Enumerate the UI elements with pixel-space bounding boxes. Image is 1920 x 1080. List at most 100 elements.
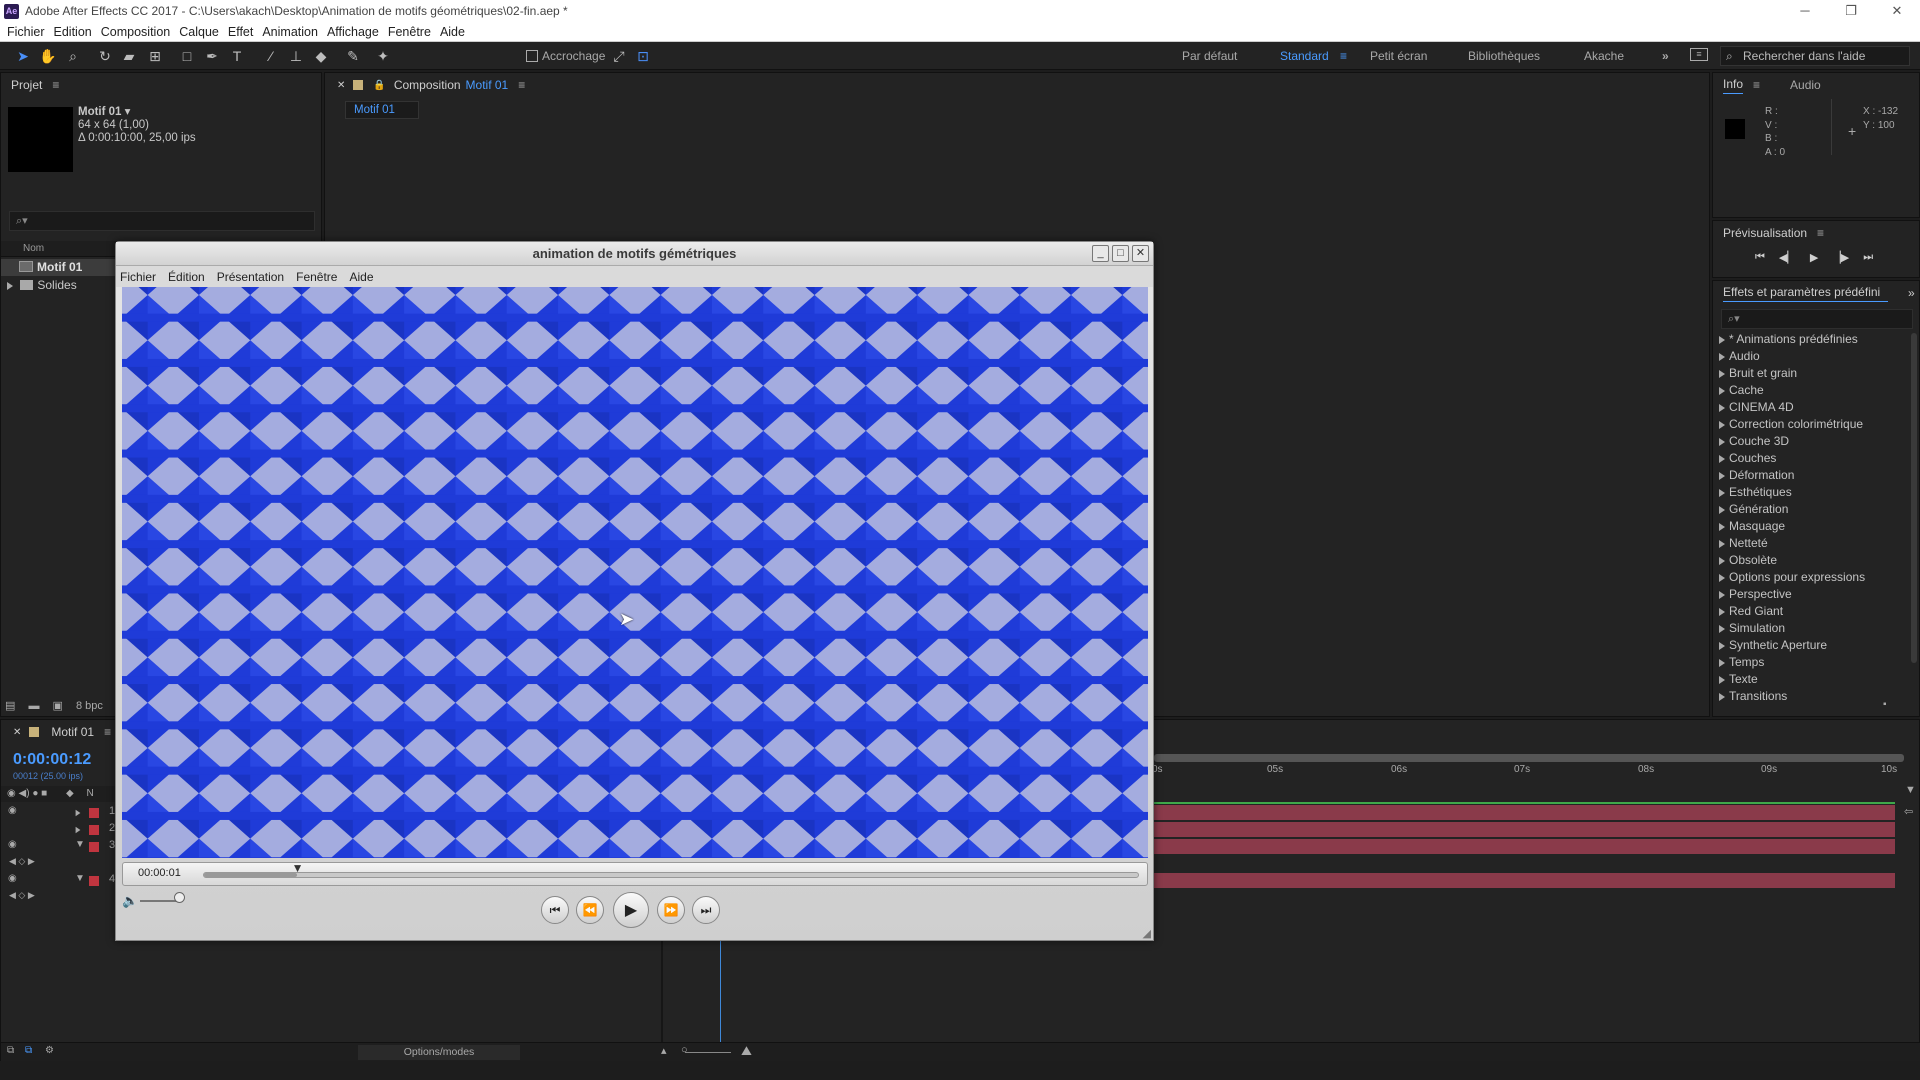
- playhead-icon[interactable]: ▼: [292, 861, 304, 875]
- layer-row[interactable]: ◉ ▼ 4: [1, 873, 116, 890]
- video-frame[interactable]: ➤: [122, 287, 1148, 858]
- workspace-overflow-icon[interactable]: »: [1662, 49, 1669, 63]
- composition-tab[interactable]: Motif 01: [345, 101, 419, 119]
- sync-settings-icon[interactable]: ≡: [1690, 48, 1708, 61]
- last-frame-icon[interactable]: ⏭: [1863, 251, 1873, 264]
- expand-arrow-icon[interactable]: [1719, 471, 1725, 480]
- effects-search-input[interactable]: ⌕▾: [1721, 309, 1913, 329]
- effect-category[interactable]: Temps: [1713, 654, 1909, 671]
- effect-category[interactable]: Audio: [1713, 348, 1909, 365]
- effect-category[interactable]: * Animations prédéfinies: [1713, 331, 1909, 348]
- player-menu-edition[interactable]: Édition: [168, 270, 205, 284]
- eye-icon[interactable]: ◉: [8, 805, 17, 816]
- menu-effet[interactable]: Effet: [228, 25, 253, 39]
- effect-category[interactable]: Simulation: [1713, 620, 1909, 637]
- expand-arrow-icon[interactable]: [1719, 335, 1725, 344]
- keyframe-navigator-icon[interactable]: ◀ ◇ ▶: [9, 856, 35, 867]
- expand-arrow-icon[interactable]: [1719, 675, 1725, 684]
- expand-arrow-icon[interactable]: [1719, 454, 1725, 463]
- player-menu-aide[interactable]: Aide: [349, 270, 373, 284]
- type-tool-icon[interactable]: T: [228, 47, 246, 65]
- effect-category[interactable]: Cache: [1713, 382, 1909, 399]
- play-icon[interactable]: ▶: [1810, 251, 1818, 264]
- zoom-tool-icon[interactable]: ⌕: [64, 47, 82, 65]
- zoom-handle-icon[interactable]: ○: [681, 1044, 688, 1056]
- expand-arrow-icon[interactable]: [1719, 403, 1725, 412]
- composition-name[interactable]: Motif 01: [466, 78, 509, 92]
- frame-blend-icon[interactable]: ⚙: [45, 1045, 54, 1056]
- panel-menu-icon[interactable]: ≡: [1753, 78, 1760, 92]
- panel-menu-icon[interactable]: ≡: [518, 78, 525, 92]
- menu-fenetre[interactable]: Fenêtre: [388, 25, 431, 39]
- effect-category[interactable]: Red Giant: [1713, 603, 1909, 620]
- label-color-icon[interactable]: [89, 825, 99, 835]
- expand-arrow-icon[interactable]: [75, 809, 81, 817]
- effect-category[interactable]: Options pour expressions: [1713, 569, 1909, 586]
- project-panel-title[interactable]: Projet: [11, 78, 42, 92]
- player-menu-fichier[interactable]: Fichier: [120, 270, 156, 284]
- clone-stamp-tool-icon[interactable]: ⊥: [287, 47, 305, 65]
- zoom-in-icon[interactable]: ⛰: [741, 1043, 752, 1059]
- expand-arrow-icon[interactable]: [1719, 522, 1725, 531]
- workspace-akache[interactable]: Akache: [1584, 49, 1624, 63]
- menu-calque[interactable]: Calque: [179, 25, 219, 39]
- layer-bar[interactable]: [1154, 873, 1895, 888]
- effect-category[interactable]: Couches: [1713, 450, 1909, 467]
- minimize-icon[interactable]: ─: [1782, 0, 1828, 22]
- render-toggle-icon[interactable]: ⧉: [7, 1045, 14, 1056]
- help-search-input[interactable]: ⌕ Rechercher dans l'aide: [1720, 46, 1910, 66]
- expand-arrow-icon[interactable]: [1719, 624, 1725, 633]
- new-preset-icon[interactable]: ▪: [1883, 699, 1887, 710]
- interpret-footage-icon[interactable]: ▤: [5, 700, 15, 712]
- project-item-name[interactable]: Motif 01 ▾: [78, 106, 196, 119]
- rotate-tool-icon[interactable]: ↻: [96, 47, 114, 65]
- current-time-display[interactable]: 0:00:00:12: [13, 751, 91, 769]
- camera-tool-icon[interactable]: ▰: [120, 47, 138, 65]
- snap-feature-icon[interactable]: ⊡: [634, 47, 652, 65]
- lock-icon[interactable]: ■: [41, 788, 47, 799]
- solo-icon[interactable]: ●: [32, 788, 38, 799]
- workspace-par-defaut[interactable]: Par défaut: [1182, 49, 1237, 63]
- expand-arrow-icon[interactable]: [1719, 556, 1725, 565]
- panel-menu-icon[interactable]: ≡: [52, 78, 59, 92]
- expand-arrow-icon[interactable]: [1719, 590, 1725, 599]
- player-menu-presentation[interactable]: Présentation: [217, 270, 284, 284]
- workspace-bibliotheques[interactable]: Bibliothèques: [1468, 49, 1540, 63]
- effect-category[interactable]: Synthetic Aperture: [1713, 637, 1909, 654]
- roto-brush-tool-icon[interactable]: ✎: [344, 47, 362, 65]
- project-search-input[interactable]: ⌕▾: [9, 211, 315, 231]
- effects-scrollbar[interactable]: [1911, 333, 1917, 663]
- expand-arrow-icon[interactable]: [1719, 488, 1725, 497]
- menu-aide[interactable]: Aide: [440, 25, 465, 39]
- zoom-slider[interactable]: [685, 1052, 731, 1053]
- effect-category[interactable]: Correction colorimétrique: [1713, 416, 1909, 433]
- fast-forward-button[interactable]: ⏩: [657, 896, 685, 924]
- layer-bar[interactable]: [1154, 839, 1895, 854]
- expand-arrow-icon[interactable]: [1719, 658, 1725, 667]
- layer-row[interactable]: ◉ 1: [1, 805, 116, 822]
- go-to-end-button[interactable]: ⏭: [692, 896, 720, 924]
- expand-arrow-icon[interactable]: [1719, 352, 1725, 361]
- effects-title[interactable]: Effets et paramètres prédéfini: [1723, 285, 1888, 302]
- expand-arrow-icon[interactable]: [1719, 420, 1725, 429]
- close-tab-icon[interactable]: ✕: [337, 80, 345, 91]
- options-modes-toggle[interactable]: Options/modes: [358, 1045, 520, 1060]
- effect-category[interactable]: Obsolète: [1713, 552, 1909, 569]
- previous-frame-icon[interactable]: ◀▏: [1779, 251, 1796, 264]
- volume-handle[interactable]: [174, 892, 185, 903]
- layer-bar[interactable]: [1154, 805, 1895, 820]
- speaker-icon[interactable]: ◀): [19, 788, 30, 799]
- chevron-down-icon[interactable]: ▾: [125, 106, 131, 118]
- label-icon[interactable]: ◆: [66, 788, 74, 799]
- collapse-arrow-icon[interactable]: ▼: [75, 873, 85, 884]
- effect-category[interactable]: Texte: [1713, 671, 1909, 688]
- label-color-icon[interactable]: [89, 808, 99, 818]
- effect-category[interactable]: Perspective: [1713, 586, 1909, 603]
- pen-tool-icon[interactable]: ✒: [203, 47, 221, 65]
- timeline-tab[interactable]: Motif 01: [51, 725, 94, 739]
- menu-animation[interactable]: Animation: [262, 25, 318, 39]
- menu-composition[interactable]: Composition: [101, 25, 170, 39]
- effect-category[interactable]: Déformation: [1713, 467, 1909, 484]
- expand-arrow-icon[interactable]: [1719, 369, 1725, 378]
- workspace-standard[interactable]: Standard: [1280, 49, 1329, 63]
